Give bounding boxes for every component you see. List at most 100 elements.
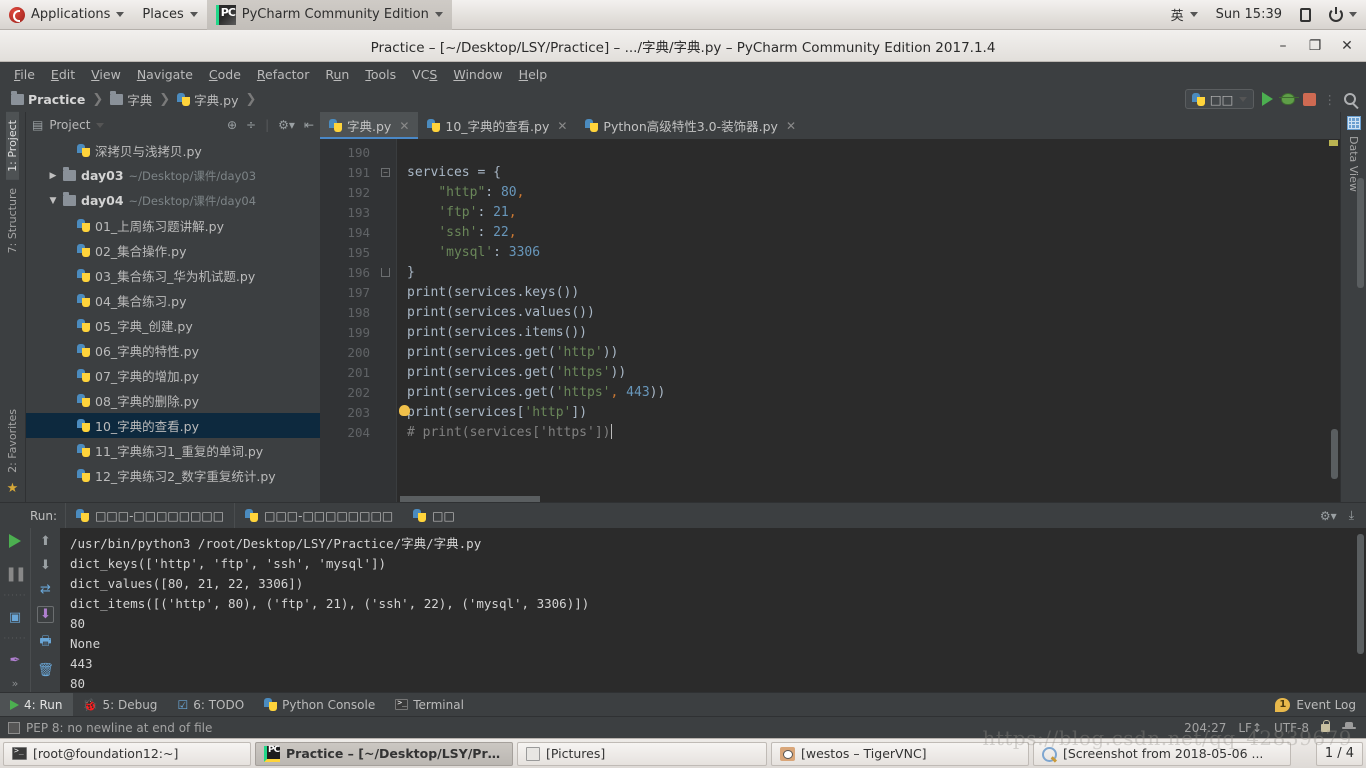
taskbar-item-screenshot[interactable]: [Screenshot from 2018-05-06 ...: [1033, 741, 1291, 766]
menu-tools[interactable]: Tools: [357, 65, 404, 84]
editor-vertical-scrollbar[interactable]: [1331, 429, 1338, 479]
run-tab[interactable]: □□: [403, 503, 465, 528]
taskbar-item-pycharm[interactable]: Practice – [~/Desktop/LSY/Practi...: [255, 741, 513, 766]
tree-item[interactable]: 03_集合练习_华为机试题.py: [26, 263, 320, 288]
tool-window-run[interactable]: 4: Run: [0, 692, 73, 717]
breadcrumb-folder[interactable]: 字典: [107, 90, 155, 109]
chevron-down-icon[interactable]: [96, 122, 105, 128]
code-line[interactable]: print(services.values()): [407, 303, 1340, 323]
menu-file[interactable]: File: [6, 65, 43, 84]
run-configuration-selector[interactable]: □□: [1184, 89, 1254, 109]
clear-all-icon[interactable]: 🗑: [37, 663, 54, 678]
places-menu[interactable]: Places: [133, 0, 206, 30]
run-console-output[interactable]: /usr/bin/python3 /root/Desktop/LSY/Pract…: [60, 528, 1366, 692]
menu-vcs[interactable]: VCS: [404, 65, 445, 84]
sidebar-item-favorites[interactable]: 2: Favorites: [6, 401, 19, 481]
close-icon[interactable]: ✕: [399, 119, 409, 133]
taskbar-item-terminal[interactable]: [root@foundation12:~]: [3, 741, 251, 766]
tree-item[interactable]: ▶ day03 ~/Desktop/课件/day03: [26, 163, 320, 188]
tree-item[interactable]: ▼ day04 ~/Desktop/课件/day04: [26, 188, 320, 213]
hide-panel-icon[interactable]: ⤓: [1349, 508, 1354, 523]
taskbar-item-pictures[interactable]: [Pictures]: [517, 741, 767, 766]
tree-item[interactable]: 07_字典的增加.py: [26, 363, 320, 388]
display-indicator[interactable]: [1291, 0, 1320, 30]
tree-item[interactable]: 06_字典的特性.py: [26, 338, 320, 363]
breadcrumb-file[interactable]: 字典.py: [174, 90, 241, 109]
line-separator[interactable]: LF↕: [1238, 721, 1262, 735]
editor-tab[interactable]: Python高级特性3.0-装饰器.py ✕: [576, 112, 805, 139]
run-tab[interactable]: □□□-□□□□□□□□: [65, 503, 234, 528]
sidebar-item-structure[interactable]: 7: Structure: [6, 180, 19, 261]
editor-marker-warning[interactable]: [1329, 140, 1338, 146]
tree-item[interactable]: 08_字典的删除.py: [26, 388, 320, 413]
scroll-down-icon[interactable]: ⬇: [40, 558, 51, 573]
tree-item[interactable]: 05_字典_创建.py: [26, 313, 320, 338]
menu-edit[interactable]: Edit: [43, 65, 83, 84]
menu-refactor[interactable]: Refactor: [249, 65, 317, 84]
editor-tab[interactable]: 10_字典的查看.py ✕: [418, 112, 576, 139]
code-line[interactable]: print(services.get('https')): [407, 363, 1340, 383]
lock-icon[interactable]: [1321, 719, 1330, 732]
scroll-up-icon[interactable]: ⬆: [40, 534, 51, 549]
system-menu[interactable]: [1320, 0, 1366, 30]
editor-code-text[interactable]: services = { "http": 80, 'ftp': 21, 'ssh…: [396, 139, 1340, 502]
rerun-icon[interactable]: [9, 534, 21, 548]
code-line[interactable]: print(services['http']): [399, 403, 1340, 423]
pause-icon[interactable]: ❚❚: [5, 566, 27, 582]
gear-icon[interactable]: ⚙▾: [278, 118, 295, 132]
tree-item[interactable]: 11_字典练习1_重复的单词.py: [26, 438, 320, 463]
input-method-indicator[interactable]: 英: [1162, 0, 1207, 30]
tree-item[interactable]: 01_上周练习题讲解.py: [26, 213, 320, 238]
code-line[interactable]: }: [407, 263, 1340, 283]
gear-icon[interactable]: ⚙▾: [1320, 509, 1337, 523]
code-line[interactable]: 'ssh': 22,: [407, 223, 1340, 243]
tree-item[interactable]: 12_字典练习2_数字重复统计.py: [26, 463, 320, 488]
tree-item[interactable]: 02_集合操作.py: [26, 238, 320, 263]
code-editor[interactable]: 190 191− 192 193 194 195 196 197 198 199 200 201 202…: [320, 139, 1340, 502]
data-view-icon[interactable]: [1346, 116, 1361, 130]
code-line[interactable]: print(services.get('http')): [407, 343, 1340, 363]
project-tree[interactable]: 深拷贝与浅拷贝.py ▶ day03 ~/Desktop/课件/day03 ▼ day04…: [26, 138, 320, 502]
editor-tab[interactable]: 字典.py ✕: [320, 112, 419, 139]
code-line[interactable]: "http": 80,: [407, 183, 1340, 203]
clock[interactable]: Sun 15:39: [1207, 0, 1291, 30]
menu-run[interactable]: Run: [317, 65, 357, 84]
run-tab[interactable]: □□□-□□□□□□□□: [234, 503, 403, 528]
close-button[interactable]: ✕: [1332, 32, 1362, 60]
code-fold-end-icon[interactable]: [381, 268, 390, 277]
activities-menu-applications[interactable]: Applications: [0, 0, 133, 30]
code-fold-icon[interactable]: −: [381, 168, 390, 177]
stop-button[interactable]: [1302, 92, 1316, 106]
editor-horizontal-scrollbar[interactable]: [400, 496, 540, 502]
code-line[interactable]: [407, 143, 1340, 163]
close-icon[interactable]: ✕: [786, 119, 796, 133]
workspace-pager[interactable]: 1 / 4: [1315, 741, 1363, 766]
code-line[interactable]: print(services.items()): [407, 323, 1340, 343]
close-icon[interactable]: ✕: [557, 119, 567, 133]
tool-window-terminal[interactable]: Terminal: [385, 693, 474, 717]
taskbar-item-vnc[interactable]: [westos – TigerVNC]: [771, 741, 1029, 766]
tool-window-todo[interactable]: ☑ 6: TODO: [167, 693, 254, 717]
collapse-all-icon[interactable]: ÷: [246, 118, 256, 132]
hide-panel-icon[interactable]: ⇤: [304, 118, 314, 132]
code-line[interactable]: 'mysql': 3306: [407, 243, 1340, 263]
debug-button[interactable]: [1278, 93, 1299, 105]
scroll-to-end-icon[interactable]: ⬇: [37, 606, 54, 623]
editor-gutter[interactable]: 190 191− 192 193 194 195 196 197 198 199 200 201 202…: [320, 139, 396, 502]
minimize-button[interactable]: –: [1268, 32, 1298, 60]
print-icon[interactable]: 🖶: [39, 632, 51, 654]
project-tree-scrollbar[interactable]: [1357, 178, 1364, 288]
search-everywhere-icon[interactable]: [1344, 93, 1356, 105]
locate-file-icon[interactable]: ⊕: [227, 118, 237, 132]
hector-inspection-icon[interactable]: [1342, 722, 1356, 733]
code-line[interactable]: services = {: [407, 163, 1340, 183]
menu-code[interactable]: Code: [201, 65, 249, 84]
menu-view[interactable]: View: [83, 65, 129, 84]
code-line[interactable]: print(services.keys()): [407, 283, 1340, 303]
menu-navigate[interactable]: Navigate: [129, 65, 201, 84]
pin-icon[interactable]: ✒: [10, 653, 21, 668]
tool-window-debug[interactable]: 🐞 5: Debug: [73, 693, 168, 717]
console-view-icon[interactable]: ▣: [9, 610, 21, 625]
run-button[interactable]: [1261, 92, 1273, 106]
chevron-down-icon[interactable]: ▼: [48, 196, 58, 206]
